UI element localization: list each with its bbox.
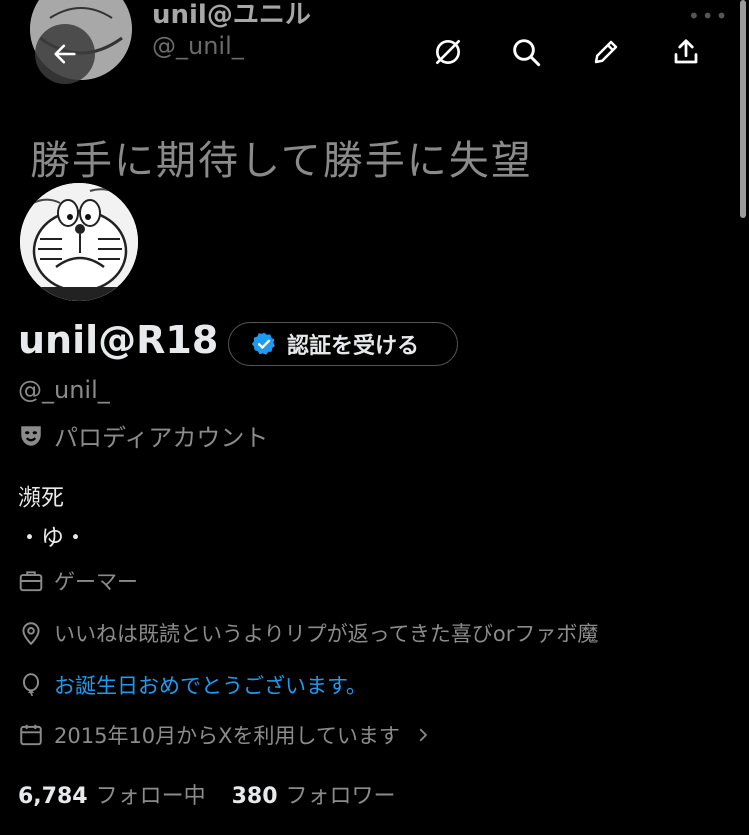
edit-button[interactable] (584, 30, 628, 74)
followers-link[interactable]: 380 フォロワー (232, 778, 396, 810)
bio-line-1: 瀕死 (18, 485, 64, 511)
verified-badge-icon (251, 332, 275, 355)
pencil-icon (594, 40, 618, 64)
share-icon (674, 39, 698, 64)
followers-count: 380 (231, 784, 278, 809)
get-verified-button[interactable]: 認証を受ける (228, 322, 458, 366)
birthday-row: お誕生日おめでとうございます。 (18, 670, 367, 700)
grok-button[interactable] (426, 30, 470, 74)
banner-text: 勝手に期待して勝手に失望 (30, 138, 533, 184)
back-button[interactable] (35, 24, 95, 84)
header-handle: @_unil_ (152, 32, 244, 60)
more-icon[interactable]: ••• (688, 4, 729, 28)
share-button[interactable] (664, 30, 708, 74)
joined-text: 2015年10月からXを利用しています (54, 724, 400, 748)
follow-stats: 6,784 フォロー中 380 フォロワー (18, 778, 396, 810)
chevron-right-icon (419, 728, 427, 742)
profession-text: ゲーマー (54, 570, 138, 594)
profession-row: ゲーマー (18, 566, 138, 596)
location-row: いいねは既読というよりリプが返ってきた喜びorファボ魔 (18, 618, 598, 648)
followers-label: フォロワー (285, 784, 396, 809)
parody-text: パロディアカウント (54, 424, 269, 452)
display-name: unil@R18 (18, 318, 219, 362)
location-text: いいねは既読というよりリプが返ってきた喜びorファボ魔 (54, 622, 599, 646)
location-pin-icon (22, 622, 40, 646)
search-icon (513, 39, 541, 67)
following-link[interactable]: 6,784 フォロー中 (18, 778, 206, 810)
arrow-left-icon (54, 44, 76, 64)
following-label: フォロー中 (95, 784, 206, 809)
scrollbar[interactable] (740, 0, 746, 218)
theater-mask-icon (21, 425, 41, 446)
header-display-name: unil@ユニル (152, 0, 311, 30)
birthday-text: お誕生日おめでとうございます。 (54, 674, 367, 698)
calendar-icon (20, 724, 42, 746)
profile-header: unil@ユニル @_unil_ ••• (0, 0, 749, 120)
profile-avatar[interactable] (17, 180, 141, 304)
grok-icon (436, 40, 460, 64)
briefcase-icon (19, 571, 43, 592)
profile-handle: @_unil_ (18, 376, 110, 404)
search-button[interactable] (504, 30, 548, 74)
balloon-icon (22, 673, 40, 696)
following-count: 6,784 (18, 784, 88, 809)
joined-row[interactable]: 2015年10月からXを利用しています (18, 720, 432, 750)
bio-line-2: ・ゆ・ (18, 525, 87, 551)
get-verified-label: 認証を受ける (287, 334, 420, 359)
parody-account-label[interactable]: パロディアカウント (18, 418, 268, 453)
